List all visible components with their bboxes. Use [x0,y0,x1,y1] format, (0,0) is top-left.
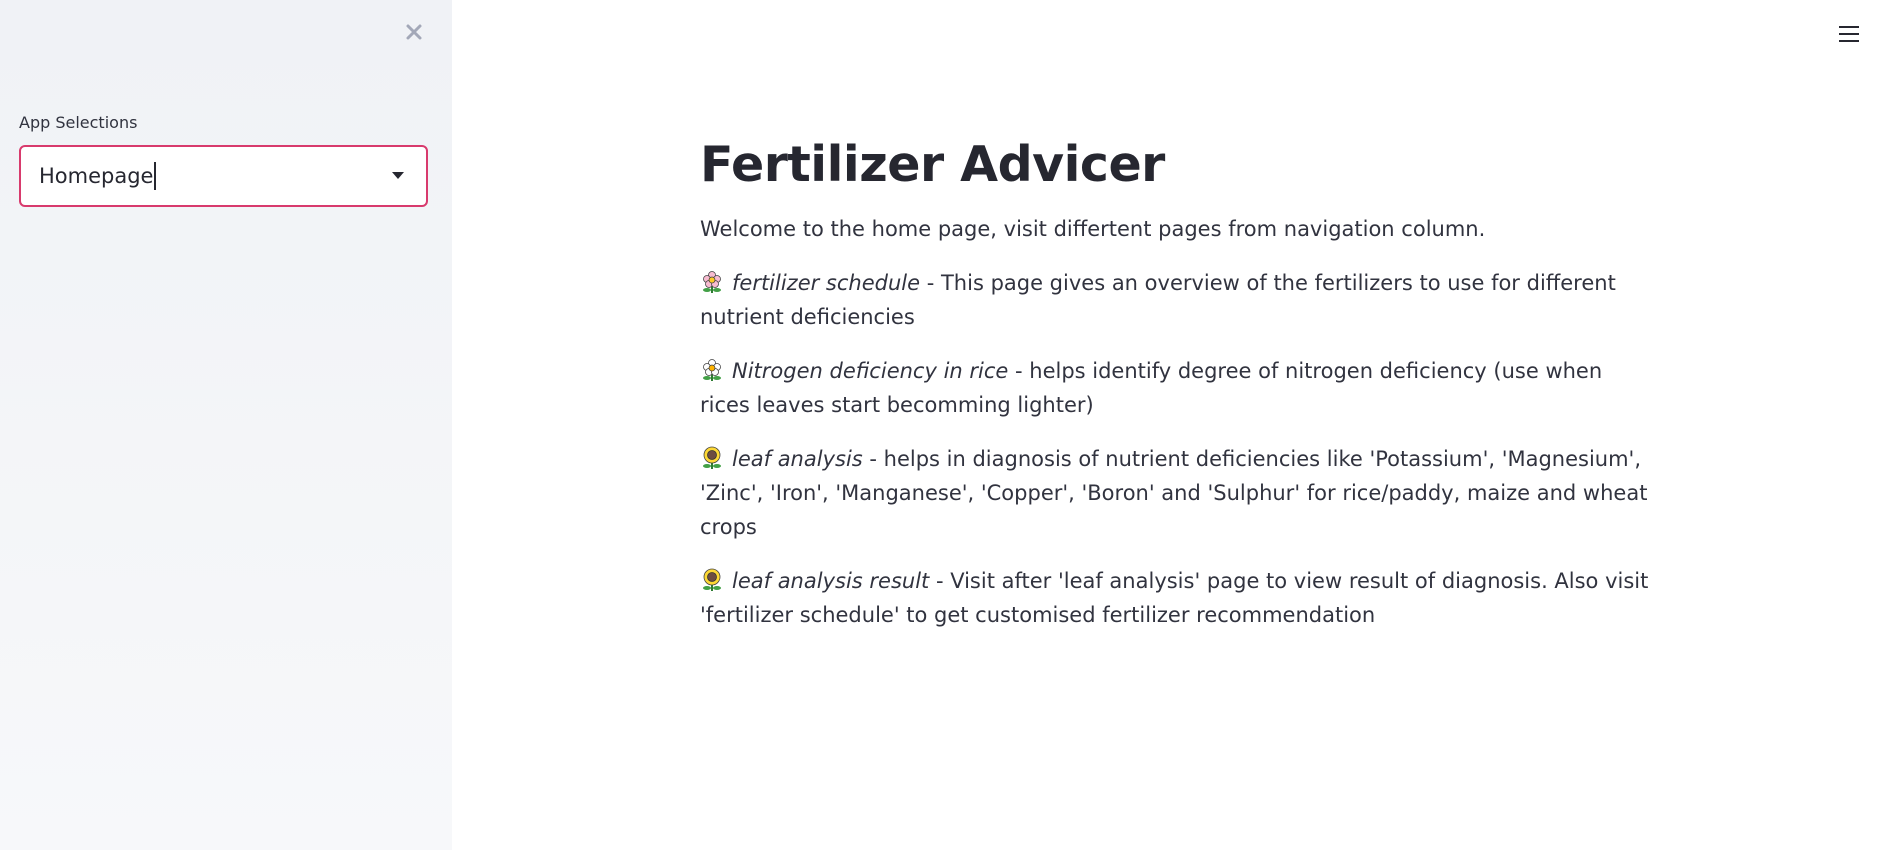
hamburger-icon [1839,26,1859,28]
item-name: leaf analysis result [732,569,930,593]
item-name: leaf analysis [732,447,863,471]
blossom-icon [703,271,721,293]
list-item: leaf analysis - helps in diagnosis of nu… [700,442,1650,544]
intro-text: Welcome to the home page, visit differte… [700,217,1486,241]
list-item: Nitrogen deficiency in rice - helps iden… [700,354,1650,422]
main-menu-button[interactable] [1836,22,1862,46]
item-name: fertilizer schedule [732,271,921,295]
chevron-down-icon [392,172,404,179]
page-title: Fertilizer Advicer [700,136,1165,193]
app-root: App Selections Homepage Fertilizer Advic… [0,0,1884,850]
close-sidebar-button[interactable] [400,18,428,46]
list-item: leaf analysis result - Visit after 'leaf… [700,564,1650,632]
close-icon [406,24,422,40]
app-selections-label: App Selections [19,113,138,132]
main-content: Fertilizer Advicer Welcome to the home p… [700,128,1650,632]
text-caret [154,162,157,190]
sunflower-icon [703,446,721,469]
sidebar: App Selections Homepage [0,0,452,850]
blossom-icon [703,359,721,381]
list-item: fertilizer schedule - This page gives an… [700,266,1650,334]
item-name: Nitrogen deficiency in rice [732,359,1009,383]
select-value: Homepage [39,164,154,188]
app-selection-select[interactable]: Homepage [19,145,428,207]
sunflower-icon [703,568,721,591]
